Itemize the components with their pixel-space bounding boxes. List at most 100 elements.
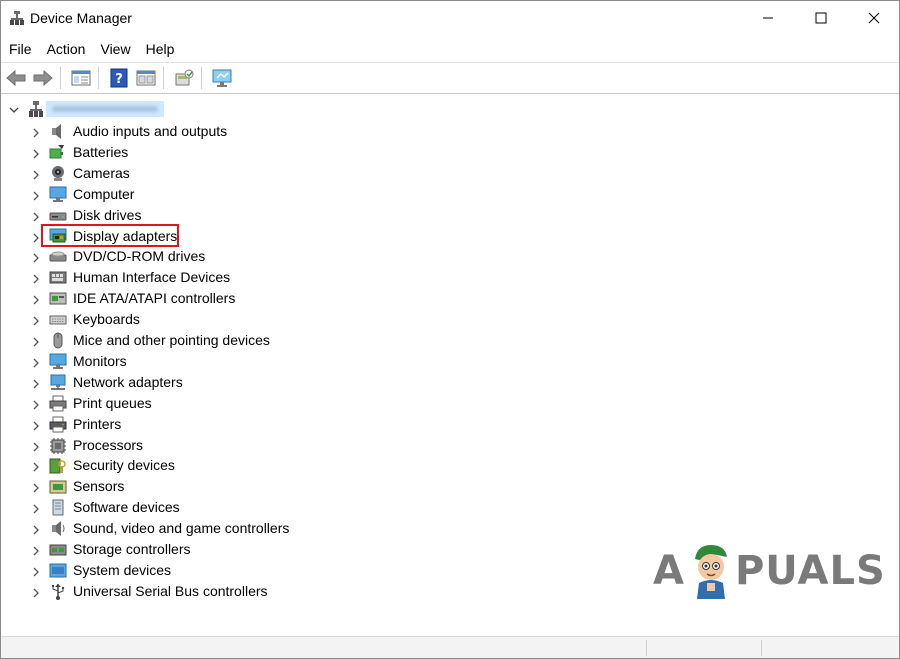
tree-item[interactable]: Universal Serial Bus controllers (1, 581, 401, 602)
usb-icon (49, 583, 67, 600)
tree-item-label: Sound, video and game controllers (73, 520, 290, 537)
watermark-text-left: A (653, 548, 685, 594)
tree-item[interactable]: DVD/CD-ROM drives (1, 246, 401, 267)
security-device-icon (49, 457, 67, 474)
tree-item-label: Audio inputs and outputs (73, 123, 228, 139)
menu-view[interactable]: View (92, 37, 137, 61)
update-driver-button[interactable] (172, 66, 196, 90)
toolbar-separator (163, 67, 164, 89)
dvd-drive-icon (49, 248, 67, 265)
tree-item-label: Disk drives (73, 206, 142, 223)
help-button[interactable]: ? (107, 66, 131, 90)
tree-item[interactable]: IDE ATA/ATAPI controllers (1, 288, 401, 309)
watermark-text-right: PUALS (734, 548, 886, 594)
camera-icon (49, 165, 67, 182)
speaker-icon (49, 123, 67, 140)
close-button[interactable] (851, 1, 897, 34)
monitor-icon (49, 353, 67, 370)
tree-item[interactable]: Cameras (1, 163, 401, 184)
title-bar[interactable]: Device Manager (1, 1, 899, 35)
tree-item[interactable]: Computer (1, 184, 401, 205)
back-arrow-icon (6, 70, 26, 86)
tree-item-label: Network adapters (73, 373, 183, 390)
tree-item-label: IDE ATA/ATAPI controllers (73, 290, 236, 307)
computer-name-blurred[interactable] (46, 101, 164, 117)
status-divider (761, 640, 762, 656)
keyboard-icon (49, 311, 67, 328)
tree-item-label: Computer (73, 185, 135, 202)
tree-item-label: DVD/CD-ROM drives (73, 248, 206, 265)
menu-help[interactable]: Help (138, 37, 182, 61)
chevron-down-icon[interactable] (8, 103, 20, 121)
mouse-icon (49, 332, 67, 349)
show-hide-button[interactable] (134, 66, 158, 90)
software-device-icon (49, 499, 67, 516)
tree-item[interactable]: Keyboards (1, 309, 401, 330)
chevron-right-icon[interactable] (31, 586, 41, 604)
tree-item[interactable]: Printers (1, 414, 401, 435)
battery-icon (49, 144, 67, 161)
device-manager-icon (9, 10, 25, 26)
tree-item-label: Mice and other pointing devices (73, 332, 270, 348)
tree-item-label: Security devices (73, 457, 175, 474)
tree-item-label: Human Interface Devices (73, 269, 231, 286)
printer-icon (49, 416, 67, 433)
scan-hardware-button[interactable] (210, 66, 234, 90)
menu-bar: File Action View Help (1, 37, 899, 61)
tree-item[interactable]: Network adapters (1, 372, 401, 393)
update-driver-icon (175, 69, 194, 86)
svg-text:?: ? (115, 72, 123, 87)
tree-item-label: Storage controllers (73, 541, 191, 557)
properties-button[interactable] (69, 66, 93, 90)
tree-item[interactable]: Disk drives (1, 205, 401, 226)
toolbar-separator (201, 67, 202, 89)
tree-item-label: Keyboards (73, 311, 140, 328)
system-device-icon (49, 562, 67, 579)
network-adapter-icon (49, 374, 67, 391)
processor-icon (49, 437, 67, 454)
sound-controller-icon (49, 520, 67, 537)
minimize-button[interactable] (745, 1, 791, 34)
tree-item[interactable]: Print queues (1, 393, 401, 414)
tree-item[interactable]: Processors (1, 435, 401, 456)
computer-tree-icon (28, 100, 44, 123)
highlight-box (41, 224, 179, 247)
tree-item[interactable]: Sensors (1, 476, 401, 497)
tree-item[interactable]: Monitors (1, 351, 401, 372)
tree-item-label: Cameras (73, 164, 130, 181)
scan-hardware-icon (212, 69, 232, 87)
maximize-button[interactable] (798, 1, 844, 34)
tree-item[interactable]: Storage controllers (1, 539, 401, 560)
disk-drive-icon (49, 207, 67, 224)
hid-icon (49, 269, 67, 286)
sensor-icon (49, 478, 67, 495)
forward-button[interactable] (31, 66, 55, 90)
help-icon: ? (110, 68, 128, 88)
tree-item-label: Printers (73, 415, 122, 432)
window-title: Device Manager (30, 10, 132, 26)
status-bar (1, 636, 899, 658)
toolbar: ? (1, 62, 899, 94)
tree-item[interactable]: Software devices (1, 497, 401, 518)
tree-item[interactable]: Sound, video and game controllers (1, 518, 401, 539)
tree-item-label: System devices (73, 561, 172, 578)
menu-file[interactable]: File (1, 37, 39, 61)
tree-item-label: Monitors (73, 352, 127, 369)
tree-item[interactable]: System devices (1, 560, 401, 581)
tree-item-label: Processors (73, 436, 144, 453)
tree-item[interactable]: Human Interface Devices (1, 267, 401, 288)
ide-controller-icon (49, 290, 67, 307)
tree-item-label: Print queues (73, 394, 152, 411)
toolbar-separator (60, 67, 61, 89)
watermark: A PUALS (653, 541, 886, 601)
tree-item[interactable]: Batteries (1, 142, 401, 163)
tree-item[interactable]: Security devices (1, 455, 401, 476)
print-queue-icon (49, 395, 67, 412)
tree-item-label: Software devices (73, 499, 180, 516)
tree-item[interactable]: Mice and other pointing devices (1, 330, 401, 351)
back-button[interactable] (4, 66, 28, 90)
tree-item[interactable]: Audio inputs and outputs (1, 121, 401, 142)
menu-action[interactable]: Action (39, 37, 93, 61)
tree-item-label: Batteries (73, 143, 129, 160)
mascot-icon (694, 545, 727, 599)
